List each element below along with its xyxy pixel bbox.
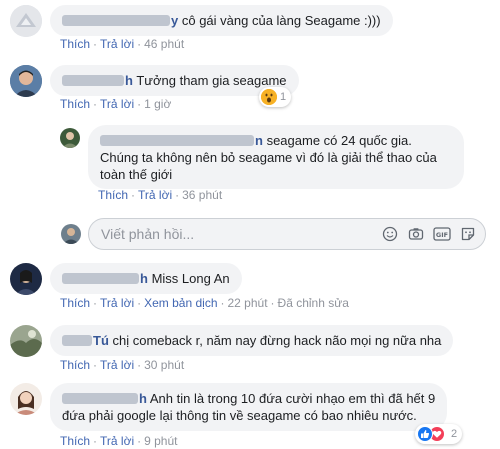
commenter-name-suffix[interactable]: h (139, 391, 147, 406)
commenter-name-suffix[interactable]: n (255, 133, 263, 148)
like-button[interactable]: Thích (60, 434, 90, 448)
timestamp[interactable]: 46 phút (144, 37, 184, 51)
like-button[interactable]: Thích (60, 37, 90, 51)
comment-bubble: y cô gái vàng của làng Seagame :))) (50, 5, 393, 36)
comment-text: Tưởng tham gia seagame (136, 73, 287, 88)
timestamp[interactable]: 30 phút (144, 358, 184, 372)
reply-button[interactable]: Trả lời (100, 296, 134, 310)
comment-6: h Anh tin là trong 10 đứa cười nhạo em t… (10, 383, 448, 431)
commenter-name-suffix[interactable]: h (140, 271, 148, 286)
avatar[interactable] (10, 263, 42, 295)
commenter-name-suffix[interactable]: Tú (93, 333, 109, 348)
avatar[interactable] (60, 128, 80, 148)
avatar[interactable] (10, 325, 42, 357)
reply-input[interactable] (101, 226, 375, 242)
avatar[interactable] (10, 5, 42, 37)
comment-actions: Thích · Trả lời · 1 giờ (60, 97, 172, 111)
timestamp[interactable]: 36 phút (182, 188, 222, 202)
svg-text:GIF: GIF (436, 231, 448, 239)
commenter-name-redacted[interactable] (62, 75, 124, 86)
comment-actions: Thích · Trả lời · 30 phút (60, 358, 185, 372)
reply-button[interactable]: Trả lời (100, 37, 134, 51)
sticker-icon[interactable] (457, 223, 479, 245)
reply-button[interactable]: Trả lời (100, 434, 134, 448)
comment-actions: Thích · Trả lời · 9 phút (60, 434, 178, 448)
timestamp[interactable]: 9 phút (144, 434, 177, 448)
like-button[interactable]: Thích (60, 97, 90, 111)
reaction-summary[interactable]: 1 (259, 87, 292, 107)
like-icon (417, 426, 433, 442)
reply-comment: n seagame có 24 quốc gia. Chúng ta không… (60, 125, 464, 189)
reply-button[interactable]: Trả lời (100, 97, 134, 111)
reaction-count: 1 (280, 91, 287, 103)
avatar[interactable] (10, 383, 42, 415)
comment-2: h Tưởng tham gia seagame (10, 65, 299, 97)
edited-label[interactable]: Đã chỉnh sửa (278, 296, 349, 310)
comment-4: h Miss Long An (10, 263, 242, 295)
comment-actions: Thích · Trả lời · Xem bản dịch · 22 phút · Đã ch… (60, 296, 349, 310)
commenter-name-redacted[interactable] (100, 135, 254, 146)
camera-icon[interactable] (405, 223, 427, 245)
commenter-name-redacted[interactable] (62, 335, 92, 346)
current-user-avatar (61, 224, 81, 244)
commenter-name-redacted[interactable] (62, 393, 138, 404)
like-button[interactable]: Thích (60, 358, 90, 372)
comment-text: chị comeback r, năm nay đừng hack não mọ… (112, 333, 442, 348)
comment-text: cô gái vàng của làng Seagame :))) (181, 13, 381, 28)
reaction-summary[interactable]: 2 (415, 424, 463, 444)
like-button[interactable]: Thích (98, 188, 128, 202)
timestamp[interactable]: 1 giờ (144, 97, 171, 111)
comment-bubble: h Miss Long An (50, 263, 242, 294)
commenter-name-suffix[interactable]: h (125, 73, 133, 88)
commenter-name-suffix[interactable]: y (171, 13, 178, 28)
comment-bubble: h Anh tin là trong 10 đứa cười nhạo em t… (50, 383, 448, 431)
comment-actions: Thích · Trả lời · 36 phút (98, 188, 223, 202)
commenter-name-redacted[interactable] (62, 273, 139, 284)
like-button[interactable]: Thích (60, 296, 90, 310)
comment-text-line-3: toàn thế giới (100, 167, 173, 182)
comment-1: y cô gái vàng của làng Seagame :))) (10, 5, 393, 37)
see-translation-link[interactable]: Xem bản dịch (144, 296, 217, 310)
comment-actions: Thích · Trả lời · 46 phút (60, 37, 185, 51)
comment-text: seagame có 24 quốc gia. (266, 133, 412, 148)
comment-text-line-2: đứa phải google lại thông tin về seagame… (62, 408, 417, 423)
comment-text: Anh tin là trong 10 đứa cười nhạo em thì… (149, 391, 436, 406)
comment-text-line-2: Chúng ta không nên bỏ seagame vì đó là g… (100, 150, 437, 165)
comment-bubble: n seagame có 24 quốc gia. Chúng ta không… (88, 125, 464, 189)
reaction-count: 2 (451, 428, 458, 440)
gif-icon[interactable]: GIF (431, 223, 453, 245)
comment-bubble: Tú chị comeback r, năm nay đừng hack não… (50, 325, 454, 356)
reply-composer[interactable]: GIF (88, 218, 486, 250)
reply-button[interactable]: Trả lời (100, 358, 134, 372)
comment-5: Tú chị comeback r, năm nay đừng hack não… (10, 325, 454, 357)
reply-button[interactable]: Trả lời (138, 188, 172, 202)
comment-text: Miss Long An (151, 271, 230, 286)
commenter-name-redacted[interactable] (62, 15, 170, 26)
timestamp[interactable]: 22 phút (228, 296, 268, 310)
wow-emoji-icon (261, 89, 277, 105)
avatar[interactable] (10, 65, 42, 97)
emoji-icon[interactable] (379, 223, 401, 245)
